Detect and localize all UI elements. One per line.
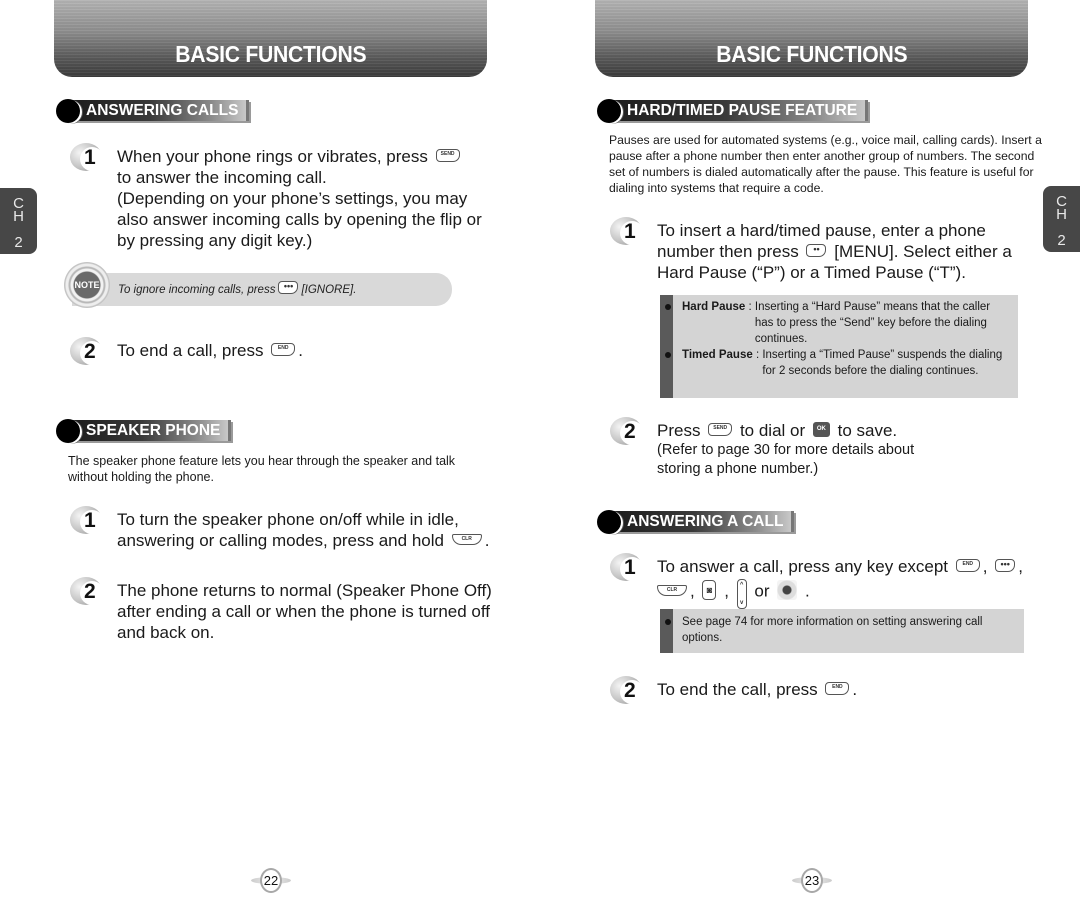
page-number: 23 [792, 867, 832, 893]
step-text: To end a call, press END. [117, 341, 303, 360]
speaker-phone-intro: The speaker phone feature lets you hear … [68, 454, 456, 484]
end-key-icon: END [955, 559, 980, 573]
chapter-letter: H [13, 207, 24, 225]
step-text: When your phone rings or vibrates, press… [117, 147, 482, 250]
step-number-badge: 2 [70, 337, 106, 367]
chapter-number: 2 [14, 233, 23, 251]
chapter-letter: H [1056, 205, 1067, 223]
page-banner: BASIC FUNCTIONS [595, 0, 1028, 77]
step-number-badge: 1 [610, 217, 646, 247]
page-number: 22 [251, 867, 291, 893]
step-text: The phone returns to normal (Speaker Pho… [117, 581, 492, 642]
ok-key-icon: OK [812, 422, 830, 438]
volume-key-icon: ^ v [736, 579, 747, 609]
note-icon: NOTE [64, 262, 110, 308]
step-speaker-reset: 2 The phone returns to normal (Speaker P… [70, 577, 510, 643]
banner-title: BASIC FUNCTIONS [174, 41, 367, 67]
right-page: BASIC FUNCTIONS C H 2 HARD/TIMED PAUSE F… [540, 0, 1080, 917]
step-number-badge: 1 [70, 506, 106, 536]
step-end-call: 2 To end a call, press END. [70, 337, 490, 367]
info-rail [660, 295, 673, 398]
step-dial-or-save: 2 Press SEND to dial or OK to save. (Ref… [610, 417, 1030, 479]
step-number-badge: 1 [610, 553, 646, 583]
pause-types-info-box: Hard Pause : Inserting a “Hard Pause” me… [660, 295, 1018, 398]
section-title: ANSWERING CALLS [72, 100, 250, 121]
section-title: HARD/TIMED PAUSE FEATURE [613, 100, 869, 121]
note-box: To ignore incoming calls, press ••• [IGN… [72, 273, 452, 306]
step-number-badge: 2 [610, 417, 646, 447]
pause-intro: Pauses are used for automated systems (e… [609, 133, 1042, 195]
end-key-icon: END [825, 682, 850, 696]
step-text: To turn the speaker phone on/off while i… [117, 510, 490, 550]
section-bullet-icon [597, 98, 621, 123]
step-number-badge: 1 [70, 143, 106, 173]
clear-key-icon: CLR [451, 534, 482, 546]
step-number-badge: 2 [70, 577, 106, 607]
step-insert-pause: 1 To insert a hard/timed pause, enter a … [610, 217, 1030, 283]
step-text: To answer a call, press any key except E… [657, 553, 1047, 609]
menu-key-icon: ••• [278, 281, 299, 294]
info-item-timed-pause: Timed Pause : Inserting a “Timed Pause” … [665, 347, 1010, 379]
info-item: See page 74 for more information on sett… [665, 614, 1016, 646]
info-rail [660, 609, 673, 653]
navigation-key-icon [777, 580, 798, 600]
section-bullet-icon [597, 509, 621, 534]
section-header-answering-calls: ANSWERING CALLS [56, 98, 250, 123]
bullet-icon [665, 304, 671, 310]
step-speaker-toggle: 1 To turn the speaker phone on/off while… [70, 506, 510, 551]
step-subnote: (Refer to page 30 for more details about… [657, 442, 915, 477]
answer-options-info-box: See page 74 for more information on sett… [660, 609, 1024, 653]
send-key-icon: SEND [435, 149, 460, 163]
section-title: ANSWERING A CALL [613, 511, 795, 532]
step-text: Press SEND to dial or OK to save. (Refer… [657, 417, 947, 479]
banner-title: BASIC FUNCTIONS [715, 41, 908, 67]
section-header-hard-timed-pause: HARD/TIMED PAUSE FEATURE [597, 98, 869, 123]
section-bullet-icon [56, 98, 80, 123]
send-key-icon: SEND [708, 423, 733, 437]
menu-key-icon: ••• [995, 559, 1016, 573]
chapter-number: 2 [1057, 231, 1066, 249]
section-header-speaker-phone: SPEAKER PHONE [56, 418, 232, 443]
step-number-badge: 2 [610, 676, 646, 706]
step-end-the-call: 2 To end the call, press END. [610, 676, 1030, 706]
left-page: BASIC FUNCTIONS C H 2 ANSWERING CALLS 1 … [0, 0, 540, 917]
end-key-icon: END [271, 343, 296, 357]
info-item-hard-pause: Hard Pause : Inserting a “Hard Pause” me… [665, 299, 1010, 347]
step-text: To end the call, press END. [657, 680, 858, 699]
page-banner: BASIC FUNCTIONS [54, 0, 487, 77]
step-answer-any-key: 1 To answer a call, press any key except… [610, 553, 1050, 609]
step-answer-call: 1 When your phone rings or vibrates, pre… [70, 143, 490, 251]
bullet-icon [665, 352, 671, 358]
bullet-icon [665, 619, 671, 625]
chapter-tab: C H 2 [0, 188, 37, 254]
clear-key-icon: CLR [657, 584, 687, 596]
camera-key-icon: ◙ [702, 580, 717, 600]
step-text: To insert a hard/timed pause, enter a ph… [657, 221, 1012, 282]
section-header-answering-a-call: ANSWERING A CALL [597, 509, 795, 534]
section-bullet-icon [56, 418, 80, 443]
menu-key-icon: •• [806, 244, 827, 258]
section-title: SPEAKER PHONE [72, 420, 232, 441]
